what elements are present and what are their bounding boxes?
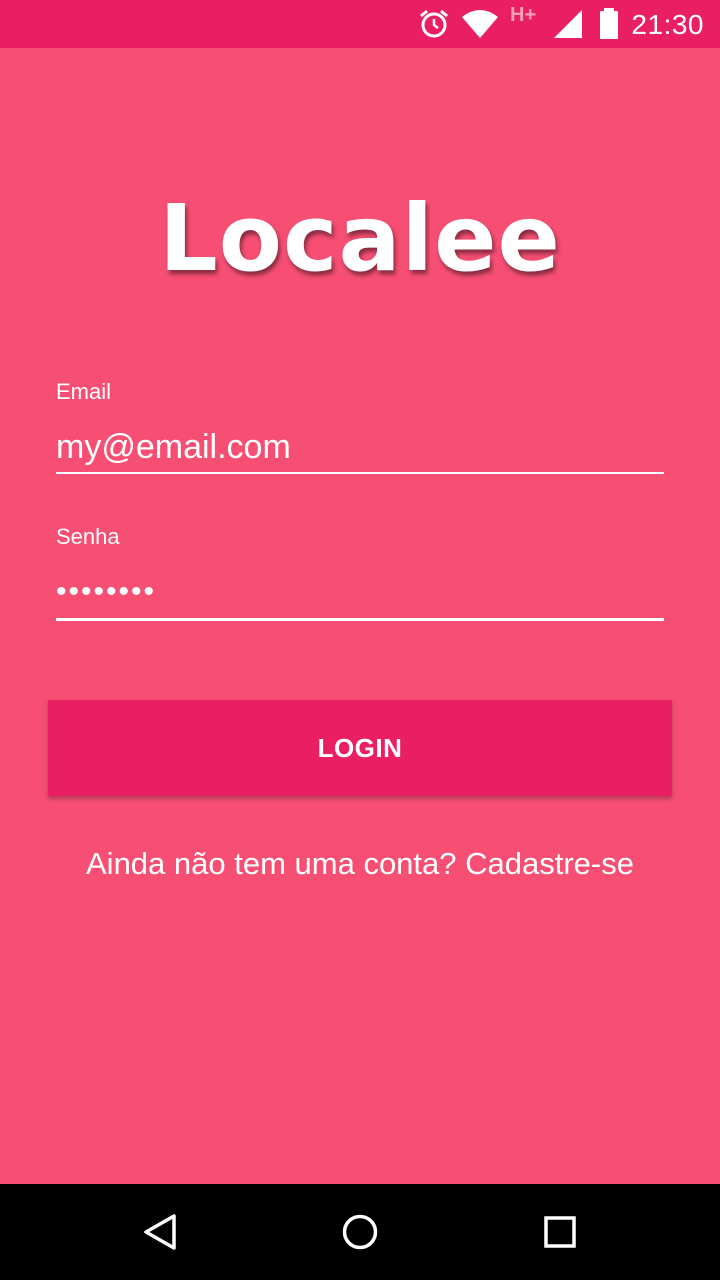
signal-icon	[552, 0, 584, 48]
login-screen: H+ 21:30 Localee Email my@email.com Senh…	[0, 0, 720, 1280]
status-time: 21:30	[631, 9, 704, 40]
home-icon[interactable]	[336, 1208, 384, 1256]
battery-icon	[598, 0, 620, 48]
email-field[interactable]: my@email.com	[56, 425, 664, 469]
recent-apps-icon[interactable]	[536, 1208, 584, 1256]
navigation-bar	[0, 1184, 720, 1280]
email-underline	[56, 472, 664, 474]
login-button[interactable]: LOGIN	[48, 700, 672, 796]
wifi-icon	[461, 0, 499, 48]
signup-link[interactable]: Ainda não tem uma conta? Cadastre-se	[0, 846, 720, 882]
status-bar: H+ 21:30	[0, 0, 720, 48]
app-logo: Localee	[159, 185, 561, 292]
password-label: Senha	[56, 524, 120, 549]
alarm-icon	[418, 0, 450, 48]
password-field[interactable]: ••••••••	[56, 570, 664, 614]
network-type-label: H+	[510, 4, 537, 26]
email-label: Email	[56, 379, 112, 404]
password-underline	[56, 618, 664, 621]
back-icon[interactable]	[136, 1208, 184, 1256]
